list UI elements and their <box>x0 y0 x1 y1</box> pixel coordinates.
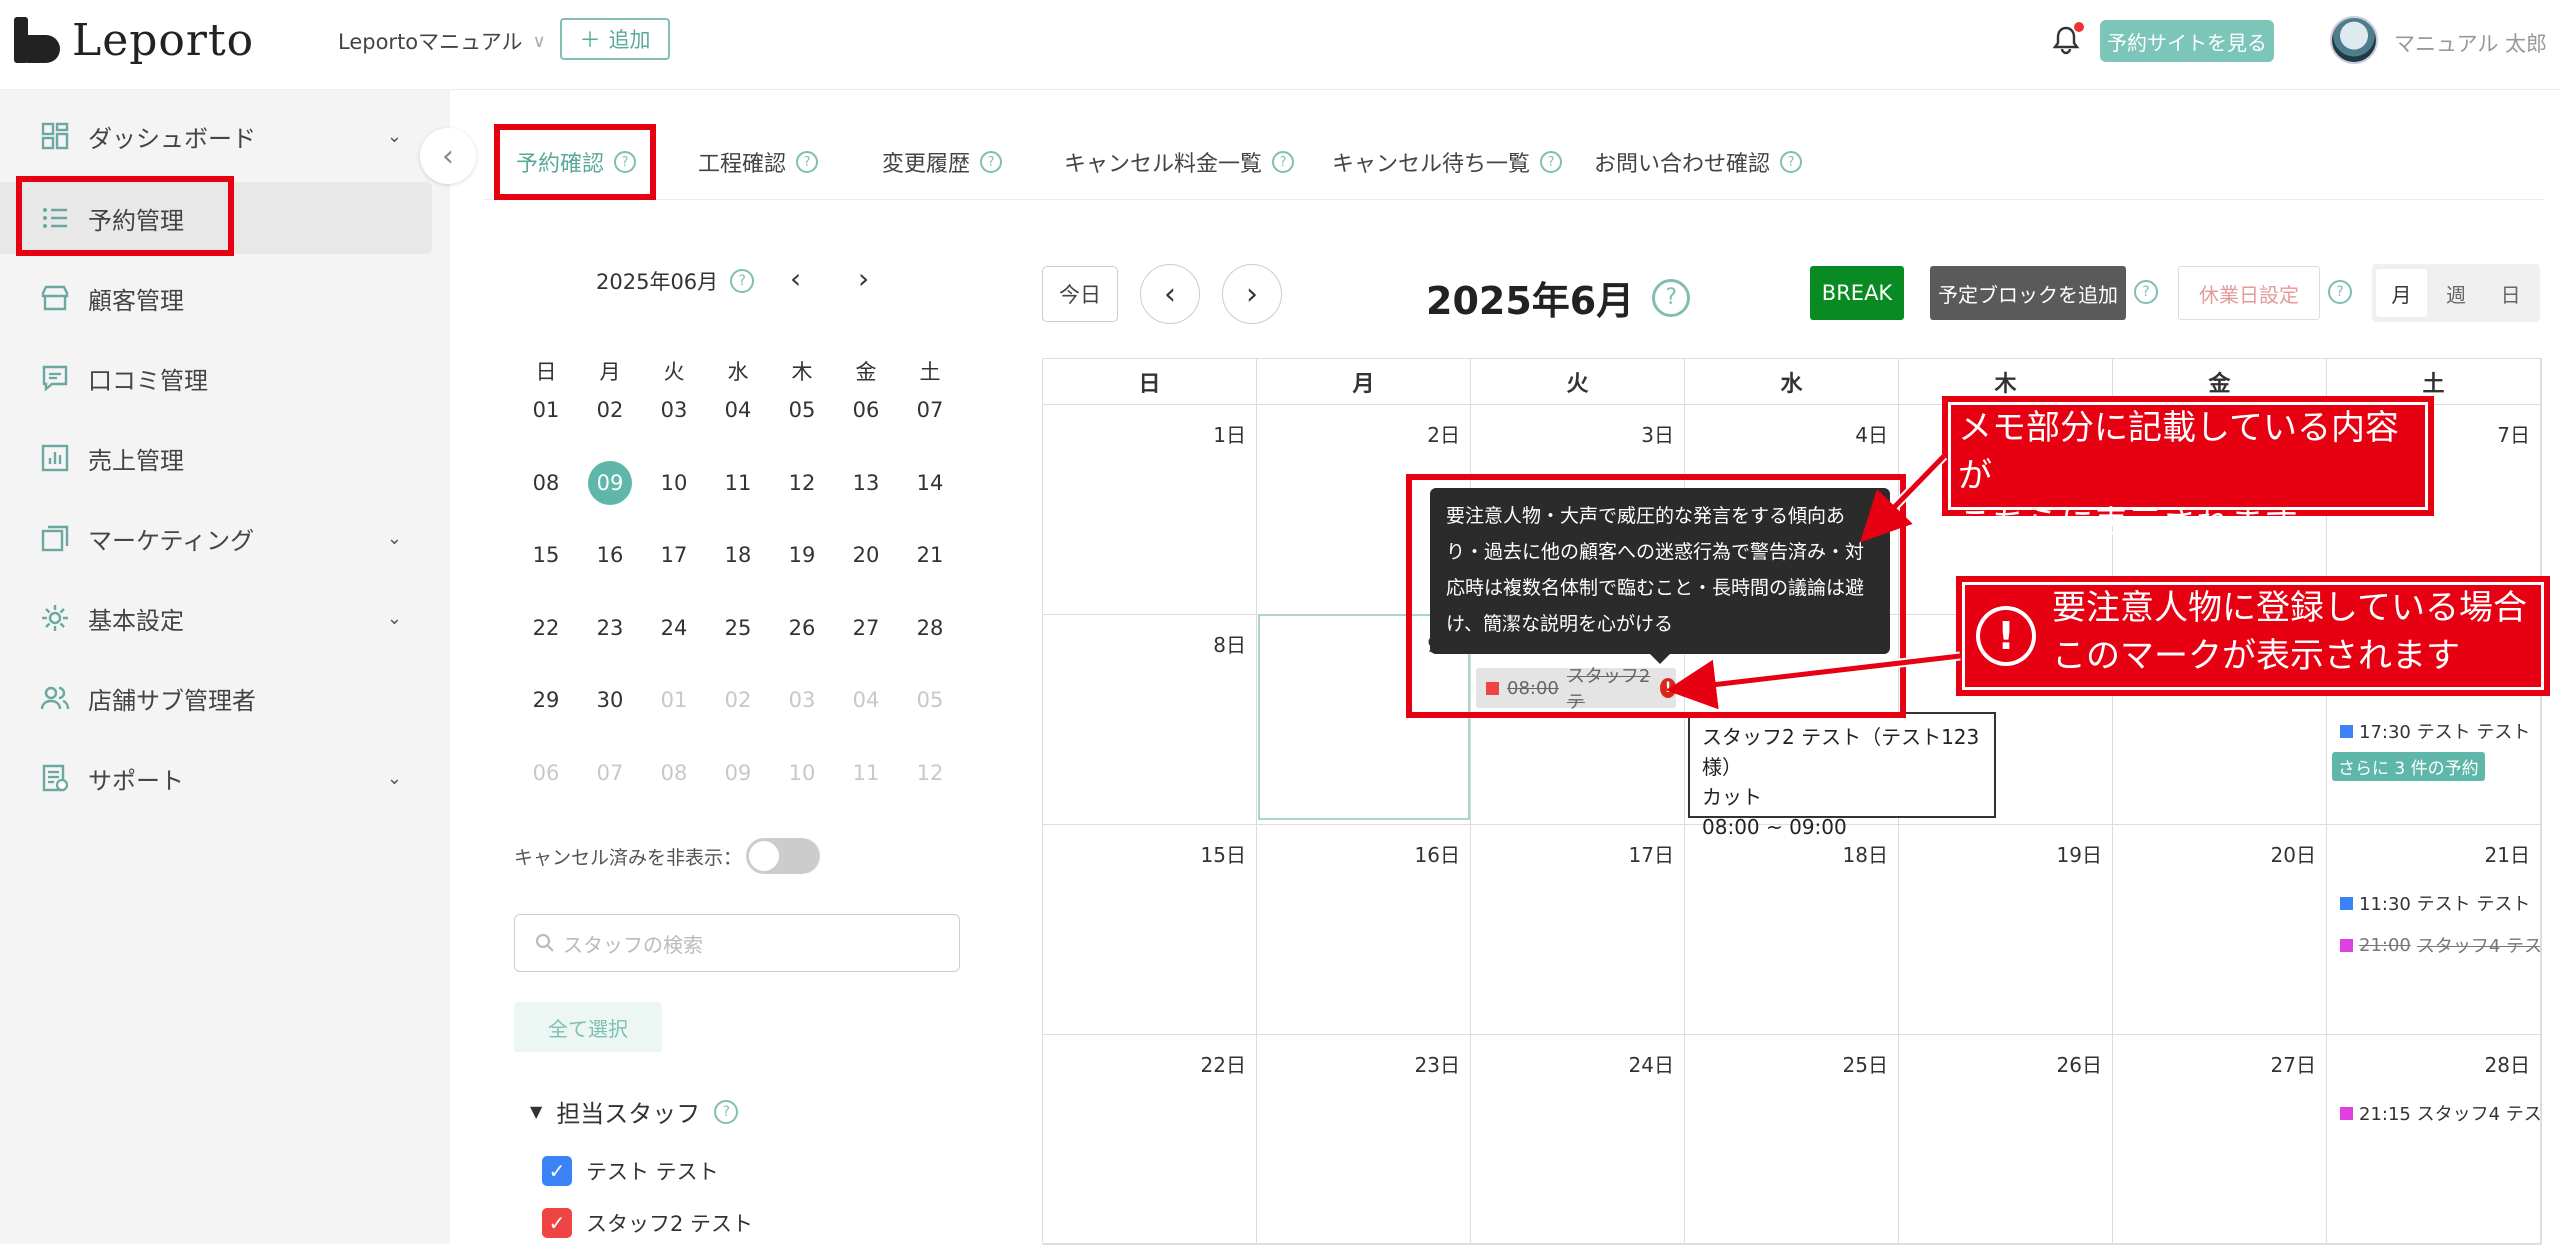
memo-arrow <box>1860 454 1946 543</box>
warning-arrow <box>1666 653 1961 710</box>
annotation-arrows <box>1666 452 1961 710</box>
